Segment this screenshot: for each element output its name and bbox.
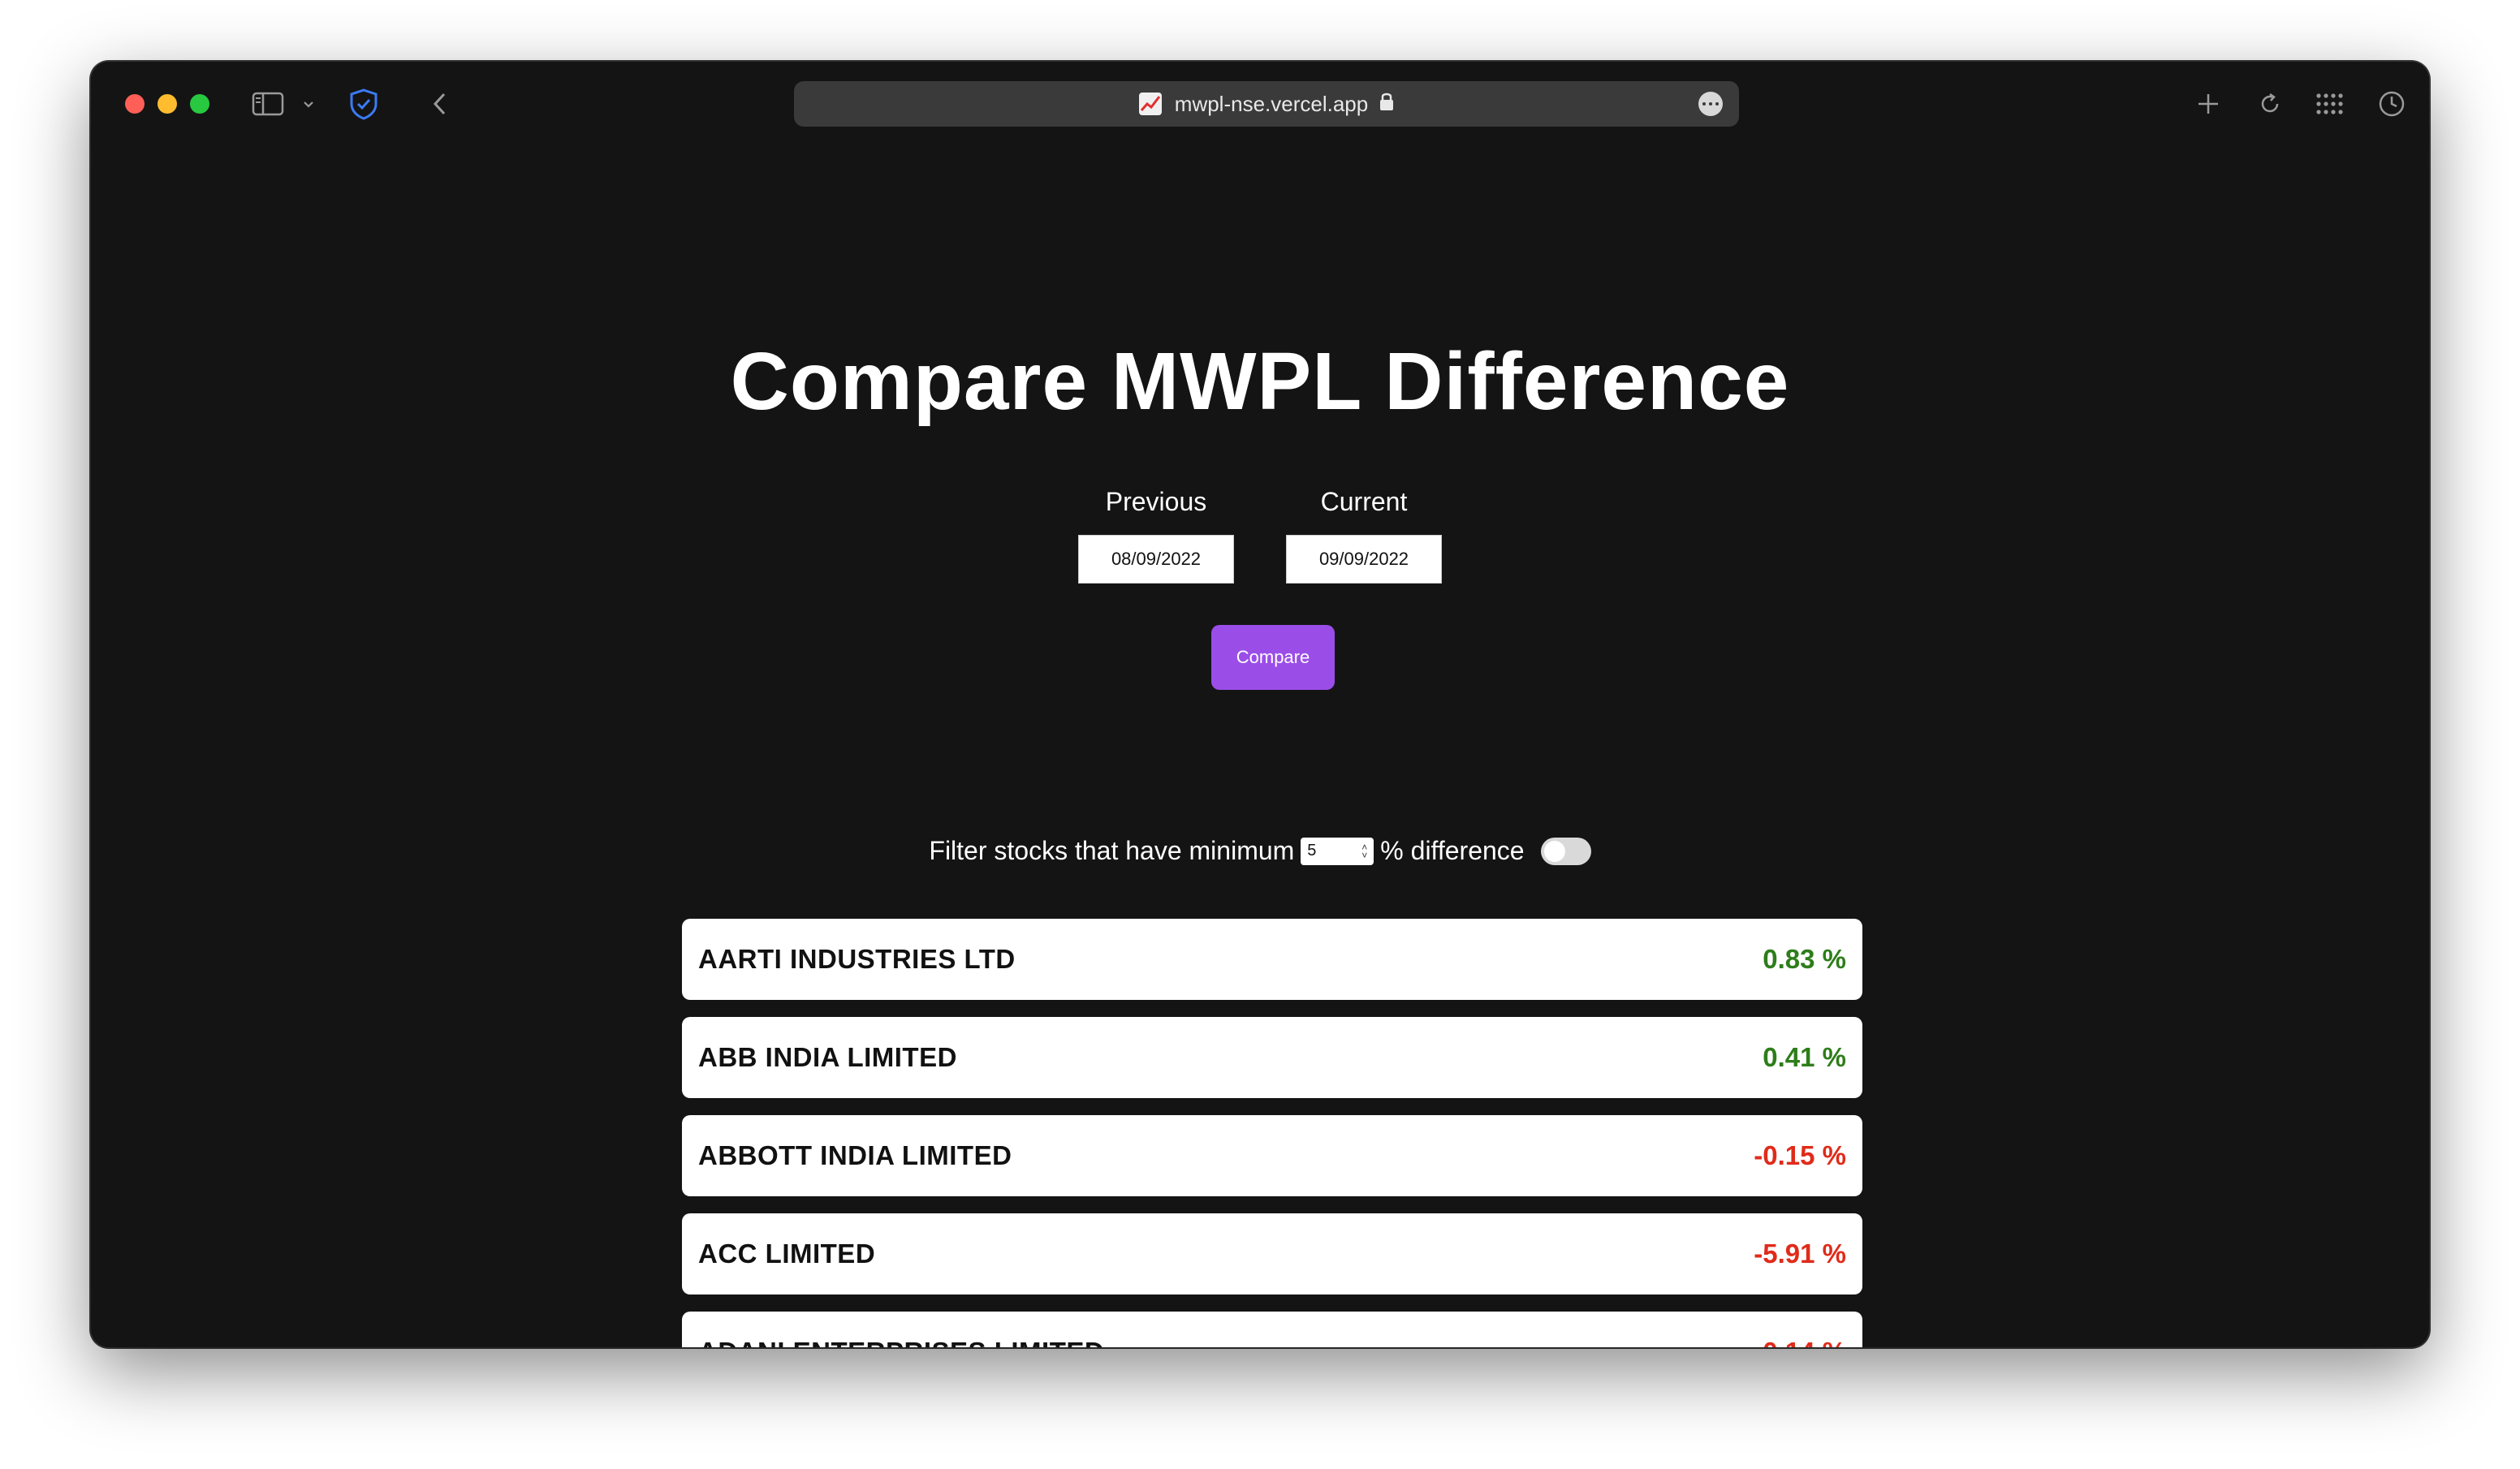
previous-date-input[interactable]	[1078, 535, 1234, 584]
stock-list: AARTI INDUSTRIES LTD 0.83 % ABB INDIA LI…	[682, 919, 1862, 1347]
browser-toolbar: mwpl-nse.vercel.app	[91, 62, 2429, 146]
chart-favicon-icon	[1138, 93, 1162, 115]
page-title: Compare MWPL Difference	[730, 336, 1790, 427]
chevron-down-icon[interactable]	[299, 83, 318, 125]
stock-row[interactable]: ABB INDIA LIMITED 0.41 %	[682, 1017, 1862, 1098]
stock-row[interactable]: ACC LIMITED -5.91 %	[682, 1213, 1862, 1295]
filter-toggle[interactable]	[1540, 837, 1591, 865]
address-bar[interactable]: mwpl-nse.vercel.app	[794, 81, 1739, 127]
sidebar-toggle-icon[interactable]	[250, 83, 286, 125]
stock-name: ADANI ENTERPRISES LIMITED	[698, 1337, 1104, 1347]
history-clock-icon[interactable]	[2374, 83, 2410, 125]
toggle-knob	[1543, 840, 1565, 862]
compare-button[interactable]: Compare	[1211, 625, 1335, 690]
reload-icon[interactable]	[2252, 83, 2288, 125]
stock-difference: -0.15 %	[1754, 1140, 1846, 1170]
more-options-icon[interactable]	[1698, 92, 1723, 116]
min-difference-input[interactable]: 5 ˄ ˅	[1301, 837, 1374, 865]
min-difference-value: 5	[1307, 842, 1317, 859]
stock-difference: -0.14 %	[1754, 1337, 1846, 1347]
browser-window: mwpl-nse.vercel.app Compare MWPL Differe…	[91, 62, 2429, 1347]
stepper-arrows-icon[interactable]: ˄ ˅	[1361, 842, 1367, 860]
shield-icon[interactable]	[346, 83, 382, 125]
previous-date-label: Previous	[1105, 487, 1207, 516]
tab-overview-grid-icon[interactable]	[2311, 83, 2350, 125]
zoom-window-button[interactable]	[190, 94, 209, 114]
close-window-button[interactable]	[125, 94, 145, 114]
current-date-group: Current	[1286, 487, 1442, 584]
stock-row[interactable]: ADANI ENTERPRISES LIMITED -0.14 %	[682, 1312, 1862, 1347]
lock-icon	[1379, 91, 1394, 118]
stock-row[interactable]: AARTI INDUSTRIES LTD 0.83 %	[682, 919, 1862, 1000]
back-icon[interactable]	[422, 83, 458, 125]
current-date-label: Current	[1320, 487, 1408, 516]
previous-date-group: Previous	[1078, 487, 1234, 584]
stock-difference: 0.83 %	[1763, 944, 1846, 974]
minimize-window-button[interactable]	[158, 94, 177, 114]
url-text: mwpl-nse.vercel.app	[1174, 91, 1369, 116]
filter-row: Filter stocks that have minimum 5 ˄ ˅ % d…	[91, 836, 2429, 866]
filter-suffix-text: % difference	[1380, 836, 1525, 865]
stock-name: AARTI INDUSTRIES LTD	[698, 944, 1016, 974]
stock-row[interactable]: ABBOTT INDIA LIMITED -0.15 %	[682, 1115, 1862, 1196]
stock-name: ABBOTT INDIA LIMITED	[698, 1140, 1012, 1170]
page-content: Compare MWPL Difference Previous Current…	[91, 146, 2429, 1347]
stock-difference: -5.91 %	[1754, 1239, 1846, 1269]
stock-difference: 0.41 %	[1763, 1042, 1846, 1072]
current-date-input[interactable]	[1286, 535, 1442, 584]
stock-name: ACC LIMITED	[698, 1239, 876, 1269]
stock-name: ABB INDIA LIMITED	[698, 1042, 957, 1072]
filter-prefix-text: Filter stocks that have minimum	[929, 836, 1295, 865]
new-tab-icon[interactable]	[2190, 83, 2226, 125]
